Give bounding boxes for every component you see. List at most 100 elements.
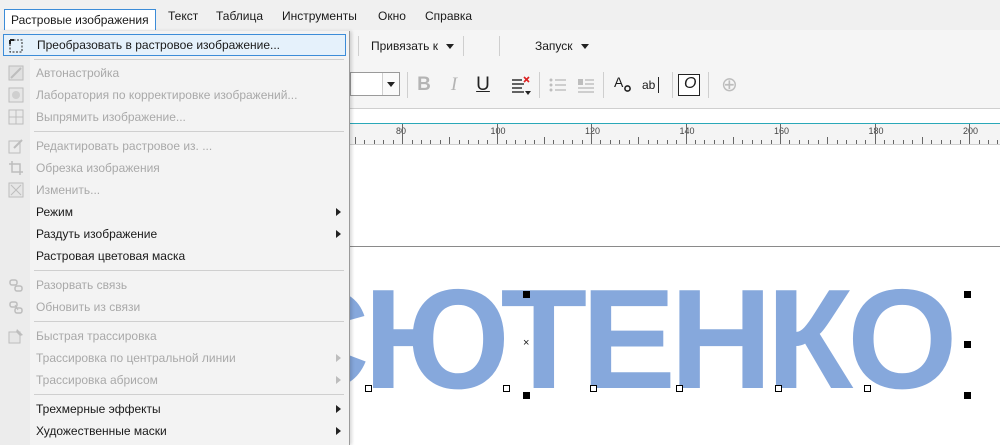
ruler-tick [846,140,848,144]
ruler-tick [468,140,470,144]
ruler-tick [902,140,904,144]
menu-bar: Растровые изображения Текст Таблица Инст… [0,0,1000,31]
selection-handle[interactable] [964,341,971,348]
menu-item-resample[interactable]: Изменить... [0,179,349,201]
menu-tools[interactable]: Инструменты [276,6,363,26]
ruler-label: 120 [585,126,601,136]
menu-separator [34,270,344,271]
menu-bitmaps[interactable]: Растровые изображения [4,9,156,31]
menu-text[interactable]: Текст [162,6,204,26]
menu-item-edit-bitmap[interactable]: Редактировать растровое из. ... [0,135,349,157]
menu-item-centerline-trace[interactable]: Трассировка по центральной линии [0,347,349,369]
menu-item-label: Редактировать растровое из. ... [36,139,213,153]
edit-text-label: ab [642,78,656,92]
resample-icon [8,182,24,198]
menu-item-label: Выпрямить изображение... [36,110,186,124]
convert-bitmap-icon [9,39,23,53]
menu-item-label: Режим [36,205,73,219]
menu-table[interactable]: Таблица [210,6,269,26]
menu-item-bitmap-color-mask[interactable]: Растровая цветовая маска [0,245,349,267]
launch-dropdown[interactable]: Запуск [535,39,589,53]
launch-label: Запуск [535,39,573,53]
ruler-tick [505,140,507,144]
menu-item-label: Трассировка абрисом [36,373,158,387]
snap-to-dropdown[interactable]: Привязать к [371,39,454,53]
node-handle[interactable] [503,385,510,392]
ruler-tick [912,140,914,144]
menu-item-break-link[interactable]: Разорвать связь [0,274,349,296]
selection-handle[interactable] [964,392,971,399]
ruler-tick [798,140,800,144]
ruler-tick [940,140,942,144]
overprint-button[interactable]: O [678,74,700,96]
ruler-tick [572,140,574,144]
ruler-tick [534,140,536,144]
center-mark-icon: × [523,337,530,349]
italic-button[interactable]: I [444,74,464,96]
submenu-arrow-icon [336,208,341,216]
menu-item-update-from-link[interactable]: Обновить из связи [0,296,349,318]
node-handle[interactable] [864,385,871,392]
menu-item-auto-adjust[interactable]: Автонастройка [0,62,349,84]
crop-icon [9,161,23,175]
ruler-tick [430,140,432,144]
font-size-combobox[interactable] [350,72,400,96]
overprint-label: O [684,75,697,92]
menu-item-quick-trace[interactable]: Быстрая трассировка [0,325,349,347]
chevron-down-icon[interactable] [382,73,399,95]
ruler-tick [392,140,394,144]
selection-handle[interactable] [523,392,530,399]
ruler-tick [666,140,668,144]
node-handle[interactable] [365,385,372,392]
ruler-tick [676,140,677,144]
image-adjust-lab-icon [8,87,24,103]
ruler-tick [836,140,838,144]
underline-button[interactable]: U [473,74,493,96]
toolbar-separator [539,72,540,98]
horizontal-ruler[interactable]: 80 100 120 140 160 180 200 [349,123,1000,145]
ruler-tick [761,140,763,144]
menu-item-image-adjust-lab[interactable]: Лаборатория по корректировке изображений… [0,84,349,106]
break-link-icon [9,279,23,292]
add-icon[interactable]: ⊕ [721,75,741,95]
align-text-icon[interactable] [510,76,532,96]
menu-item-label: Преобразовать в растровое изображение... [37,38,280,52]
menu-bitmaps-label: Растровые изображения [11,13,149,27]
toolbar-separator [358,36,359,56]
ruler-tick [950,140,952,144]
menu-item-inflate-bitmap[interactable]: Раздуть изображение [0,223,349,245]
ruler-tick [713,140,715,144]
menu-item-outline-trace[interactable]: Трассировка абрисом [0,369,349,391]
menu-item-3d-effects[interactable]: Трехмерные эффекты [0,398,349,420]
menu-item-convert-to-bitmap[interactable]: Преобразовать в растровое изображение... [3,34,346,56]
selection-handle[interactable] [964,291,971,298]
node-handle[interactable] [775,385,782,392]
node-handle[interactable] [590,385,597,392]
menu-window[interactable]: Окно [372,6,412,26]
ruler-tick [987,140,989,144]
menu-separator [34,131,344,132]
menu-help-label: Справка [425,9,473,23]
bold-button[interactable]: B [414,74,434,96]
edit-text-button[interactable]: ab [642,76,666,96]
menu-help[interactable]: Справка [419,6,478,26]
node-handle[interactable] [676,385,683,392]
ruler-tick [562,140,564,144]
ruler-tick [600,140,602,144]
menu-item-straighten[interactable]: Выпрямить изображение... [0,106,349,128]
ruler-tick [383,140,385,144]
menu-item-artistic-masks[interactable]: Художественные маски [0,420,349,442]
ruler-tick [515,140,517,144]
ruler-label: 200 [963,126,979,136]
bullet-list-icon[interactable] [549,77,567,93]
selection-handle[interactable] [523,291,530,298]
ruler-tick [449,137,451,144]
ruler-tick [704,140,706,144]
drop-cap-icon[interactable] [577,77,595,93]
menu-item-crop-image[interactable]: Обрезка изображения [0,157,349,179]
menu-item-mode[interactable]: Режим [0,201,349,223]
snap-to-label: Привязать к [371,39,438,53]
menu-item-label: Разорвать связь [36,278,128,292]
ruler-tick [921,137,923,144]
character-formatting-button[interactable]: A [612,74,634,96]
